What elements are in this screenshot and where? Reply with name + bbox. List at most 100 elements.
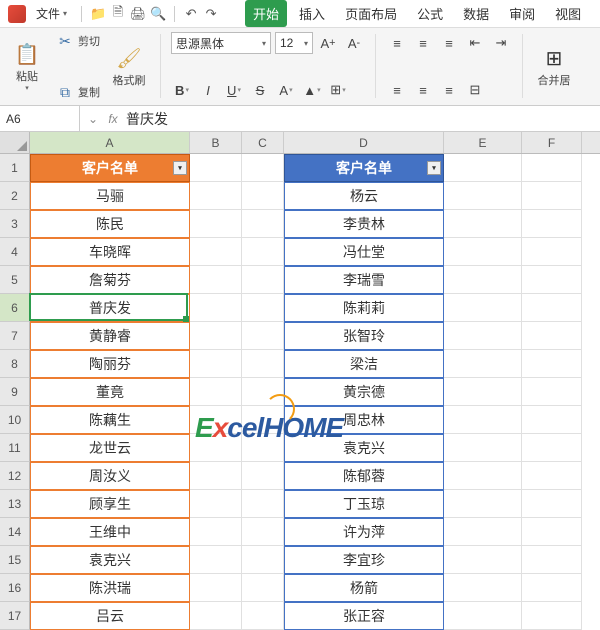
- cell[interactable]: [444, 378, 522, 406]
- cell[interactable]: [242, 434, 284, 462]
- bold-button[interactable]: B: [171, 79, 193, 101]
- cell[interactable]: [522, 406, 582, 434]
- cell[interactable]: 马骊: [30, 182, 190, 210]
- increase-indent-button[interactable]: ⇥: [490, 32, 512, 54]
- cell[interactable]: 陈藕生: [30, 406, 190, 434]
- row-header-2[interactable]: 2: [0, 182, 30, 210]
- cell[interactable]: [190, 350, 242, 378]
- tab-insert[interactable]: 插入: [291, 0, 333, 27]
- decrease-font-button[interactable]: A-: [343, 32, 365, 54]
- new-icon[interactable]: 🗎: [110, 6, 126, 22]
- cell[interactable]: [190, 378, 242, 406]
- font-name-combo[interactable]: 思源黑体▾: [171, 32, 271, 54]
- cell[interactable]: 李贵林: [284, 210, 444, 238]
- cell[interactable]: [444, 490, 522, 518]
- cell[interactable]: [190, 266, 242, 294]
- cell[interactable]: 许为萍: [284, 518, 444, 546]
- cell[interactable]: [242, 350, 284, 378]
- cell[interactable]: [522, 518, 582, 546]
- cell[interactable]: [242, 490, 284, 518]
- cell[interactable]: [242, 238, 284, 266]
- file-menu[interactable]: 文件 ▾: [30, 3, 73, 24]
- tab-review[interactable]: 审阅: [501, 0, 543, 27]
- row-header-7[interactable]: 7: [0, 322, 30, 350]
- cell[interactable]: [444, 406, 522, 434]
- row-header-5[interactable]: 5: [0, 266, 30, 294]
- cell[interactable]: [522, 434, 582, 462]
- strikethrough-button[interactable]: S: [249, 79, 271, 101]
- row-header-15[interactable]: 15: [0, 546, 30, 574]
- cell[interactable]: 杨云: [284, 182, 444, 210]
- cell[interactable]: [190, 462, 242, 490]
- cell[interactable]: [444, 322, 522, 350]
- cell[interactable]: [242, 154, 284, 182]
- cell[interactable]: 黄宗德: [284, 378, 444, 406]
- cell[interactable]: [444, 182, 522, 210]
- cell[interactable]: [190, 602, 242, 630]
- cell[interactable]: [522, 546, 582, 574]
- tab-view[interactable]: 视图: [547, 0, 589, 27]
- cell[interactable]: 李瑞雪: [284, 266, 444, 294]
- cell[interactable]: [190, 546, 242, 574]
- tab-data[interactable]: 数据: [455, 0, 497, 27]
- cell[interactable]: [444, 238, 522, 266]
- cell[interactable]: 李宜珍: [284, 546, 444, 574]
- paste-button[interactable]: 📋 粘贴 ▾: [6, 32, 48, 100]
- print-icon[interactable]: 🖨: [130, 6, 146, 22]
- cell[interactable]: 袁克兴: [284, 434, 444, 462]
- cell[interactable]: [522, 210, 582, 238]
- undo-icon[interactable]: ↶: [183, 6, 199, 22]
- cell[interactable]: [190, 518, 242, 546]
- cell[interactable]: [522, 574, 582, 602]
- wrap-text-button[interactable]: ⊟: [464, 79, 486, 101]
- name-box[interactable]: A6: [0, 106, 80, 131]
- cell[interactable]: [522, 602, 582, 630]
- underline-button[interactable]: U: [223, 79, 245, 101]
- cell[interactable]: 周汝义: [30, 462, 190, 490]
- cell[interactable]: 丁玉琼: [284, 490, 444, 518]
- cell[interactable]: 黄静睿: [30, 322, 190, 350]
- row-header-1[interactable]: 1: [0, 154, 30, 182]
- cell[interactable]: [190, 434, 242, 462]
- cell[interactable]: [242, 462, 284, 490]
- cell[interactable]: [522, 322, 582, 350]
- cell[interactable]: 车晓晖: [30, 238, 190, 266]
- cell[interactable]: [242, 266, 284, 294]
- col-header-B[interactable]: B: [190, 132, 242, 153]
- filter-button[interactable]: ▾: [427, 161, 441, 175]
- cell[interactable]: [242, 182, 284, 210]
- cell[interactable]: [190, 154, 242, 182]
- row-header-6[interactable]: 6: [0, 294, 30, 322]
- cell[interactable]: 普庆发: [30, 294, 190, 322]
- cell[interactable]: 吕云: [30, 602, 190, 630]
- cell[interactable]: 陈郁蓉: [284, 462, 444, 490]
- cell[interactable]: [522, 154, 582, 182]
- cell[interactable]: [190, 182, 242, 210]
- row-header-4[interactable]: 4: [0, 238, 30, 266]
- col-header-C[interactable]: C: [242, 132, 284, 153]
- col-header-E[interactable]: E: [444, 132, 522, 153]
- cell[interactable]: [190, 490, 242, 518]
- cell[interactable]: [190, 210, 242, 238]
- chevron-icon[interactable]: ⌄: [86, 112, 100, 126]
- cell[interactable]: [522, 378, 582, 406]
- row-header-8[interactable]: 8: [0, 350, 30, 378]
- cell[interactable]: [444, 518, 522, 546]
- row-header-3[interactable]: 3: [0, 210, 30, 238]
- cell[interactable]: [444, 294, 522, 322]
- cell[interactable]: [522, 294, 582, 322]
- cell[interactable]: [522, 490, 582, 518]
- align-center-button[interactable]: ≡: [412, 79, 434, 101]
- cell[interactable]: [522, 462, 582, 490]
- font-color-button[interactable]: A: [275, 79, 297, 101]
- cut-button[interactable]: ✂剪切: [56, 32, 100, 50]
- row-header-13[interactable]: 13: [0, 490, 30, 518]
- tab-formulas[interactable]: 公式: [409, 0, 451, 27]
- cell[interactable]: 张正容: [284, 602, 444, 630]
- cell[interactable]: [444, 574, 522, 602]
- cell[interactable]: 王维中: [30, 518, 190, 546]
- formula-input[interactable]: 普庆发: [126, 109, 168, 129]
- cell[interactable]: 冯仕堂: [284, 238, 444, 266]
- row-header-10[interactable]: 10: [0, 406, 30, 434]
- tab-page-layout[interactable]: 页面布局: [337, 0, 405, 27]
